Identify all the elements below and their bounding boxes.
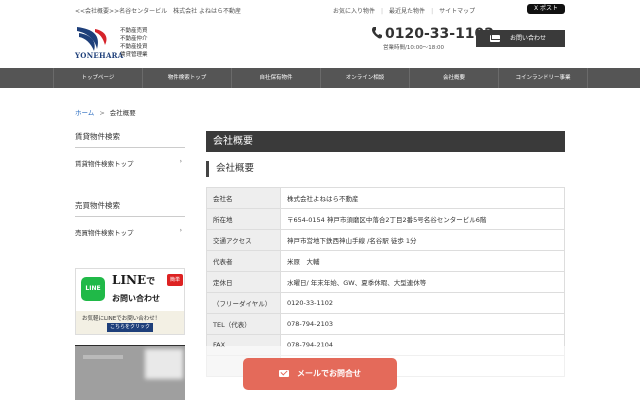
line-banner-title-a: LINE [112, 273, 147, 287]
row-value: 神戸市営地下鉄西神山手線 /名谷駅 徒歩 1分 [280, 229, 565, 251]
row-value: 〒654-0154 神戸市須磨区中落合2丁目2番5号名谷センタービル6階 [280, 208, 565, 230]
row-key: 交通アクセス [206, 229, 281, 251]
line-banner-title: LINEで [112, 273, 155, 287]
line-banner-message: お気軽にLINEでお問い合わせ！ [82, 316, 161, 322]
sidebar-link-label: 売買物件検索トップ [75, 229, 134, 237]
breadcrumb: ホーム > 会社概要 [75, 107, 136, 117]
table-row: 代表者 米原 大輔 [206, 250, 565, 272]
business-tag: 不動産仲介 [120, 36, 148, 42]
row-value: 米原 大輔 [280, 250, 565, 272]
table-row: 交通アクセス 神戸市営地下鉄西神山手線 /名谷駅 徒歩 1分 [206, 229, 565, 251]
row-value: 株式会社よねはら不動産 [280, 187, 565, 209]
row-value: 水曜日/ 年末年始、GW、夏季休暇、大型連休等 [280, 271, 565, 293]
table-row: （フリーダイヤル） 0120-33-1102 [206, 292, 565, 314]
row-key: 会社名 [206, 187, 281, 209]
favorites-link[interactable]: お気に入り物件 [333, 8, 375, 15]
business-tags: 不動産売買 不動産仲介 不動産投資 賃貸管理業 [120, 27, 148, 59]
row-key: 代表者 [206, 250, 281, 272]
row-key: TEL（代表） [206, 313, 281, 335]
nav-item-property-search[interactable]: 物件検索トップ [142, 68, 231, 88]
global-nav: トップページ 物件検索トップ 自社保有物件 オンライン相談 会社概要 コインラン… [0, 68, 640, 88]
table-row: 所在地 〒654-0154 神戸市須磨区中落合2丁目2番5号名谷センタービル6階 [206, 208, 565, 230]
chevron-right-icon: › [179, 227, 182, 234]
sitemap-link[interactable]: サイトマップ [439, 8, 475, 15]
line-banner-subtitle: お問い合わせ [112, 294, 160, 303]
header-links: お気に入り物件 | 最近見た物件 | サイトマップ [333, 8, 476, 15]
row-key: 定休日 [206, 271, 281, 293]
sidebar-heading: 賃貸物件検索 [75, 131, 185, 148]
sidebar-link-rental-top[interactable]: 賃貸物件検索トップ › [75, 148, 185, 168]
row-value: 0120-33-1102 [280, 292, 565, 314]
nav-item-own-properties[interactable]: 自社保有物件 [231, 68, 320, 88]
contact-button-label: お問い合わせ [510, 35, 547, 42]
line-logo-icon: LINE [81, 277, 105, 301]
logo-wordmark: YONEHARA [75, 51, 124, 60]
business-tag: 不動産投資 [120, 44, 148, 50]
contact-button[interactable]: お問い合わせ [476, 30, 565, 47]
table-row: TEL（代表） 078-794-2103 [206, 313, 565, 335]
section-title: 会社概要 [206, 161, 254, 177]
nav-item-online-consult[interactable]: オンライン相談 [320, 68, 409, 88]
line-click-button[interactable]: こちらをクリック ＞ [107, 323, 153, 334]
nav-item-coin-laundry[interactable]: コインランドリー事業 [498, 68, 588, 88]
row-key: （フリーダイヤル） [206, 292, 281, 314]
mail-inquiry-button[interactable]: メールでお問合せ [243, 358, 397, 390]
recently-viewed-link[interactable]: 最近見た物件 [389, 8, 425, 15]
phone-icon [372, 27, 382, 39]
chevron-right-icon: › [179, 158, 182, 165]
sidebar-heading: 売買物件検索 [75, 200, 185, 217]
line-banner-title-b: で [146, 277, 156, 287]
breadcrumb-current: 会社概要 [109, 109, 136, 117]
table-row: 会社名 株式会社よねはら不動産 [206, 187, 565, 209]
envelope-icon [279, 370, 289, 377]
nav-item-company[interactable]: 会社概要 [409, 68, 498, 88]
header-tagline: <<会社概要>>名谷センタービル 株式会社 よねはら不動産 [75, 8, 242, 15]
sidebar-rental-section: 賃貸物件検索 賃貸物件検索トップ › [75, 131, 185, 168]
site-header: <<会社概要>>名谷センタービル 株式会社 よねはら不動産 お気に入り物件 | 最近… [0, 0, 640, 68]
easy-badge: 簡単 [167, 274, 183, 286]
sidebar-sale-section: 売買物件検索 売買物件検索トップ › [75, 200, 185, 237]
sidebar-link-sale-top[interactable]: 売買物件検索トップ › [75, 217, 185, 237]
business-tag: 賃貸管理業 [120, 52, 148, 58]
sidebar-link-label: 賃貸物件検索トップ [75, 160, 134, 168]
row-key: 所在地 [206, 208, 281, 230]
table-row: 定休日 水曜日/ 年末年始、GW、夏季休暇、大型連休等 [206, 271, 565, 293]
mail-icon [490, 35, 500, 42]
x-post-button[interactable]: X ポスト [527, 4, 565, 14]
row-value: 078-794-2103 [280, 313, 565, 335]
page-title: 会社概要 [206, 131, 565, 152]
nav-item-top[interactable]: トップページ [53, 68, 142, 88]
business-hours: 営業時間/10:00～18:00 [383, 45, 445, 51]
breadcrumb-separator: > [99, 109, 105, 117]
line-contact-banner[interactable]: LINE LINEで 簡単 お問い合わせ お気軽にLINEでお問い合わせ！ こち… [75, 268, 185, 335]
mail-inquiry-label: メールでお問合せ [297, 369, 361, 378]
business-tag: 不動産売買 [120, 28, 148, 34]
breadcrumb-home[interactable]: ホーム [75, 109, 94, 117]
